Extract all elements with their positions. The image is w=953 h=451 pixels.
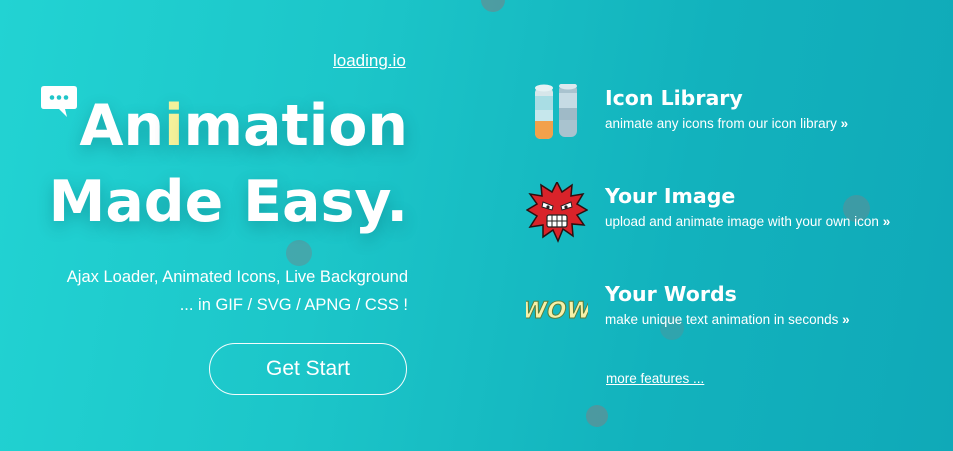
feature-title: Your Words: [605, 282, 737, 306]
hero-title-line-2: Made Easy.: [48, 169, 408, 235]
decorative-dot: [586, 405, 608, 427]
double-chevron-right-icon: »: [840, 116, 849, 131]
feature-description: make unique text animation in seconds »: [605, 312, 850, 327]
hero-title: Animation Made Easy.: [49, 88, 408, 240]
hero-subtitle: Ajax Loader, Animated Icons, Live Backgr…: [67, 263, 408, 319]
feature-your-image[interactable]: Your Image upload and animate image with…: [525, 180, 926, 246]
highlighted-letter: i: [164, 93, 184, 159]
decorative-dot: [481, 0, 505, 12]
hero-title-line-1: Animation: [79, 93, 408, 159]
double-chevron-right-icon: »: [842, 312, 850, 327]
feature-icon-library[interactable]: Icon Library animate any icons from our …: [526, 82, 926, 148]
brand-link[interactable]: loading.io: [333, 51, 406, 71]
angry-monster-icon: [525, 180, 589, 244]
wow-text-icon: WOW: [518, 280, 595, 342]
feature-title: Your Image: [605, 184, 736, 208]
battery-columns-icon: [526, 82, 588, 146]
double-chevron-right-icon: »: [882, 214, 891, 229]
feature-title: Icon Library: [605, 86, 743, 110]
feature-your-words[interactable]: WOW Your Words make unique text animatio…: [518, 280, 926, 344]
get-start-button[interactable]: Get Start: [209, 343, 407, 395]
feature-description: upload and animate image with your own i…: [605, 214, 891, 229]
more-features-link[interactable]: more features ...: [606, 371, 704, 386]
hero-subtitle-line-1: Ajax Loader, Animated Icons, Live Backgr…: [66, 268, 408, 286]
feature-description: animate any icons from our icon library …: [605, 116, 849, 131]
hero-subtitle-line-2: ... in GIF / SVG / APNG / CSS !: [179, 296, 408, 314]
wow-icon-text: WOW: [526, 297, 588, 324]
